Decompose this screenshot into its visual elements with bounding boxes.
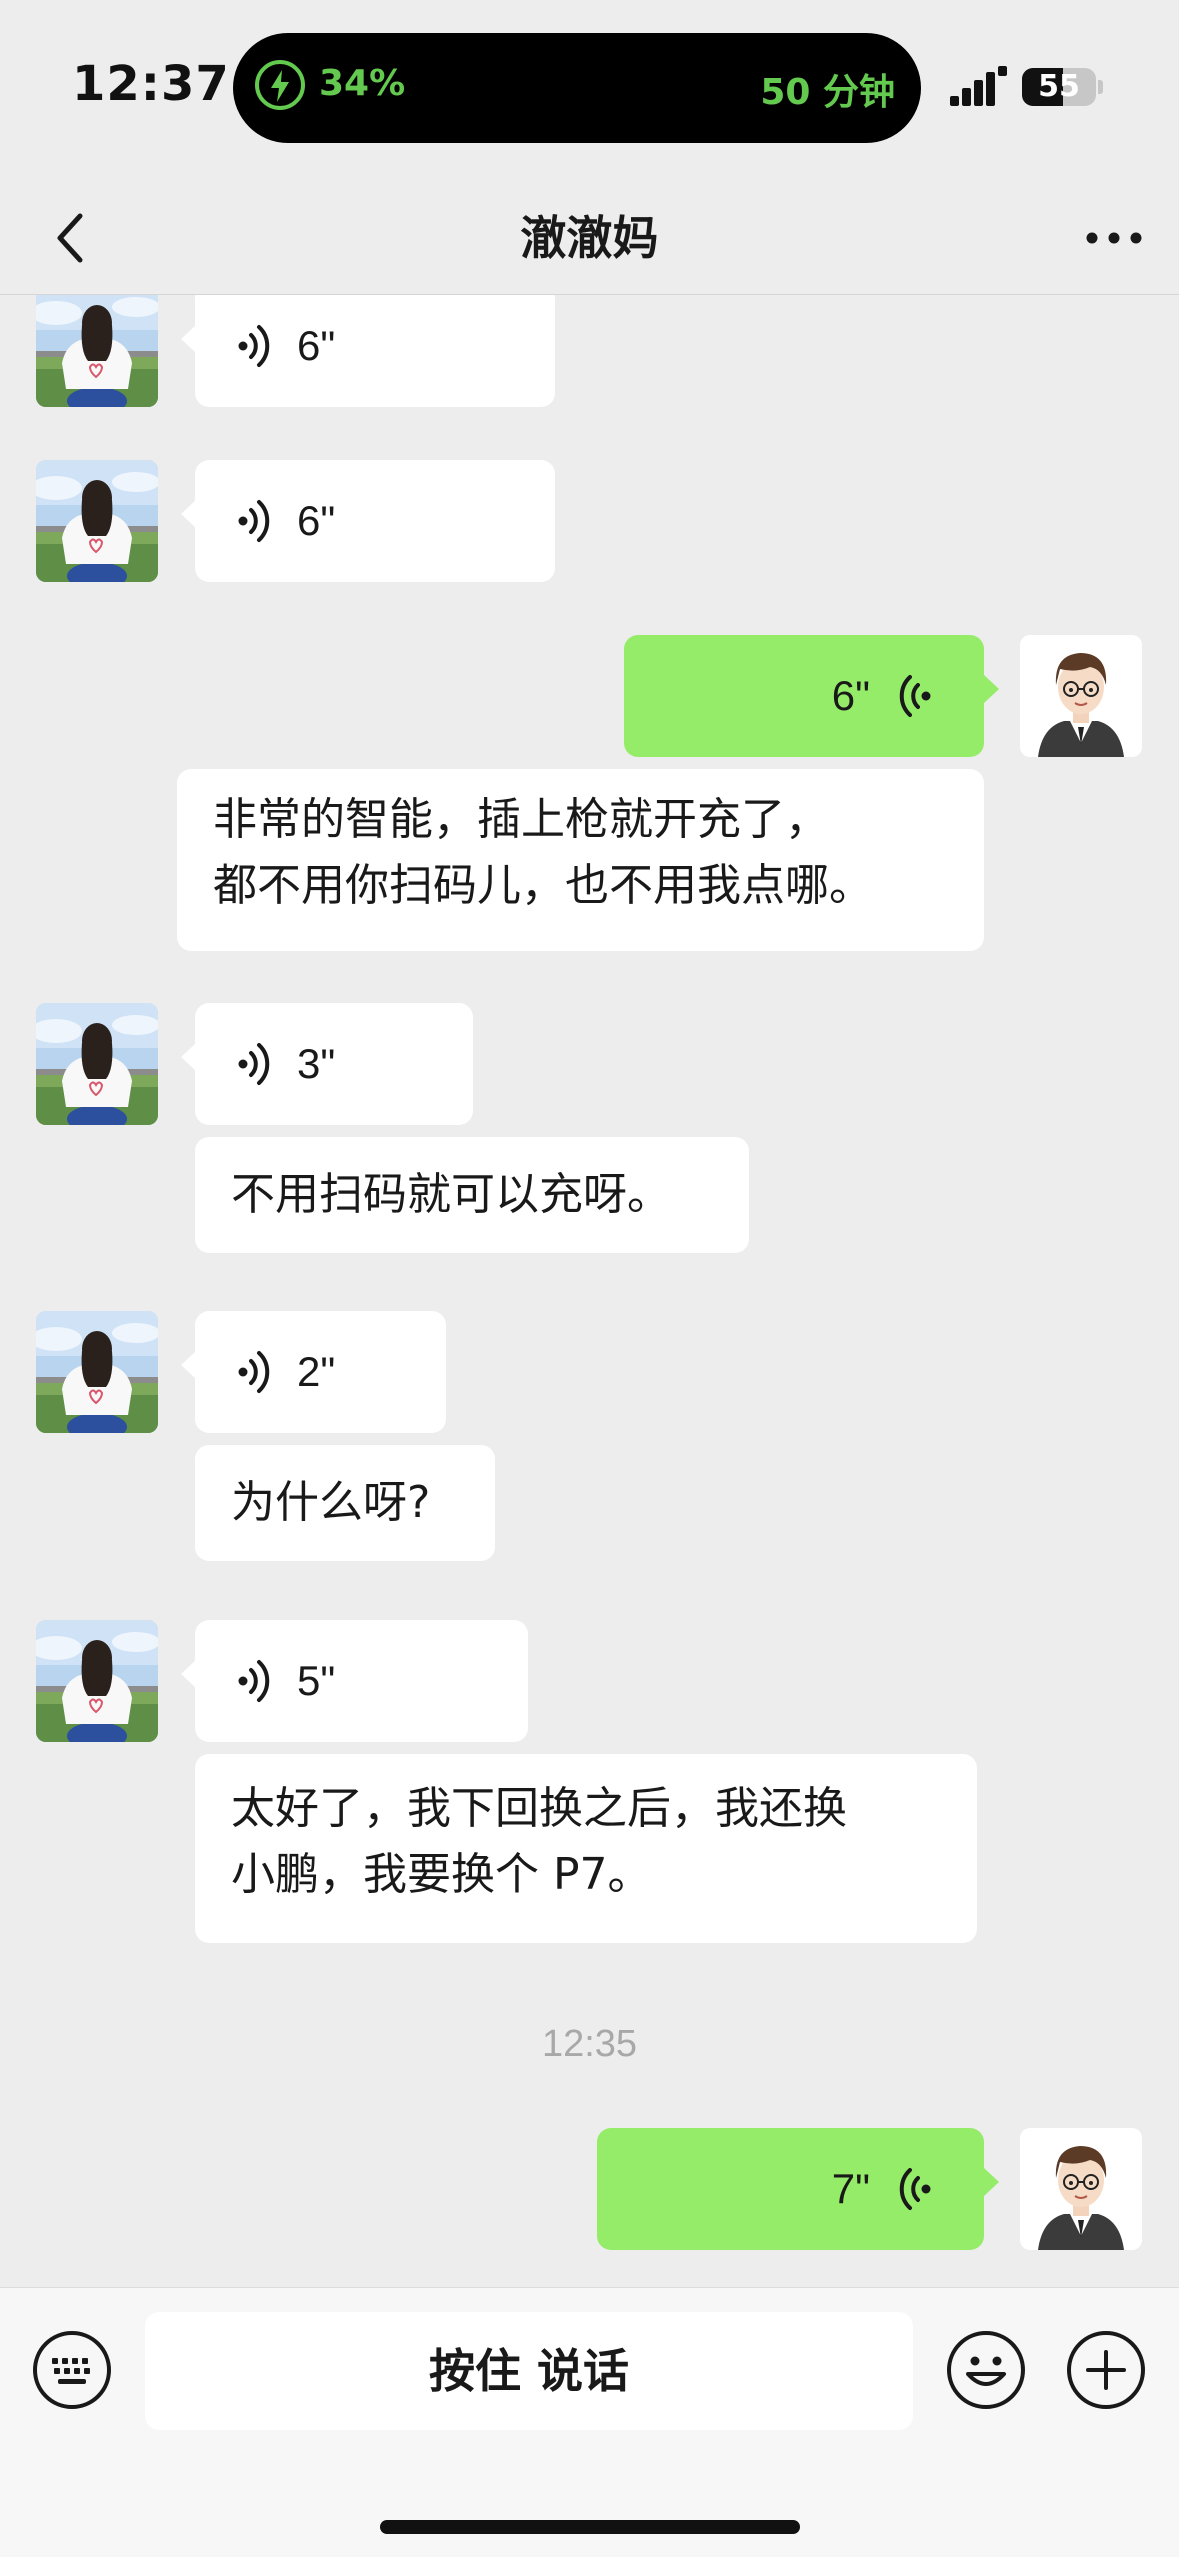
battery-level-number: 55 xyxy=(1038,69,1080,104)
contact-avatar[interactable] xyxy=(36,460,158,582)
transcript-line: 为什么呀? xyxy=(231,1477,431,1528)
ellipsis-icon xyxy=(1086,232,1142,244)
hold-to-talk-button[interactable]: 按住 说话 xyxy=(145,2312,913,2430)
voice-wave-icon xyxy=(235,1039,275,1089)
voice-message-bubble[interactable]: 3" xyxy=(181,1003,473,1125)
keyboard-icon xyxy=(33,2331,111,2409)
voice-duration: 3" xyxy=(297,1040,336,1087)
chat-title: 澈澈妈 xyxy=(520,211,659,265)
voice-duration: 5" xyxy=(297,1657,336,1704)
my-voice-message-bubble[interactable]: 6" xyxy=(624,635,999,757)
keyboard-toggle-button[interactable] xyxy=(30,2328,114,2412)
home-indicator[interactable] xyxy=(380,2520,800,2534)
voice-wave-icon xyxy=(235,496,275,546)
message-list[interactable]: 6" 6" 6" 非常的智能，插上枪就开充了， 都不用你扫码儿，也不用我点哪。 xyxy=(0,295,1179,2287)
voice-duration: 6" xyxy=(831,672,870,719)
transcript-line: 都不用你扫码儿，也不用我点哪。 xyxy=(213,860,873,911)
my-avatar[interactable] xyxy=(1020,2128,1142,2250)
voice-duration: 2" xyxy=(297,1348,336,1395)
voice-wave-icon xyxy=(235,1347,275,1397)
voice-transcript-bubble[interactable]: 非常的智能，插上枪就开充了， 都不用你扫码儿，也不用我点哪。 xyxy=(177,769,984,951)
contact-avatar[interactable] xyxy=(36,1003,158,1125)
voice-message-bubble[interactable]: 2" xyxy=(181,1311,446,1433)
battery-tip xyxy=(1098,80,1103,94)
signal-strength-icon xyxy=(950,66,1008,106)
voice-wave-icon xyxy=(235,1656,275,1706)
chat-header: 澈澈妈 xyxy=(0,180,1179,295)
more-button[interactable] xyxy=(1079,208,1149,268)
battery-icon: 55 xyxy=(1022,68,1096,106)
my-voice-message-bubble[interactable]: 7" xyxy=(597,2128,999,2250)
voice-message-bubble[interactable]: 6" xyxy=(181,295,555,407)
more-functions-button[interactable] xyxy=(1064,2328,1148,2412)
contact-avatar[interactable] xyxy=(36,1620,158,1742)
charging-bolt-icon xyxy=(255,60,305,110)
voice-duration: 7" xyxy=(831,2165,870,2212)
my-avatar[interactable] xyxy=(1020,635,1142,757)
dynamic-island: 34% 50 分钟 xyxy=(233,33,921,143)
voice-duration: 6" xyxy=(297,497,336,544)
voice-wave-icon xyxy=(894,2164,934,2214)
input-bar: 按住 说话 xyxy=(0,2287,1179,2557)
transcript-line: 非常的智能，插上枪就开充了， xyxy=(213,794,829,845)
voice-wave-icon xyxy=(894,671,934,721)
message-timestamp: 12:35 xyxy=(541,2023,638,2065)
charge-time-remaining: 50 分钟 xyxy=(760,72,895,113)
voice-transcript-bubble[interactable]: 为什么呀? xyxy=(195,1445,495,1561)
plus-icon xyxy=(1067,2331,1145,2409)
voice-message-bubble[interactable]: 6" xyxy=(181,460,555,582)
voice-transcript-bubble[interactable]: 不用扫码就可以充呀。 xyxy=(195,1137,749,1253)
transcript-line: 太好了，我下回换之后，我还换 xyxy=(231,1783,847,1834)
emoji-icon xyxy=(947,2331,1025,2409)
emoji-button[interactable] xyxy=(944,2328,1028,2412)
voice-duration: 6" xyxy=(297,322,336,369)
status-time: 12:37 xyxy=(72,56,230,112)
voice-transcript-bubble[interactable]: 太好了，我下回换之后，我还换 小鹏，我要换个 P7。 xyxy=(195,1754,977,1943)
transcript-line: 小鹏，我要换个 P7。 xyxy=(231,1849,652,1900)
contact-avatar[interactable] xyxy=(36,295,158,407)
transcript-line: 不用扫码就可以充呀。 xyxy=(231,1169,671,1220)
voice-message-bubble[interactable]: 5" xyxy=(181,1620,528,1742)
battery-percent: 34% xyxy=(319,63,406,104)
status-bar: 12:37 34% 50 分钟 55 xyxy=(0,0,1179,180)
contact-avatar[interactable] xyxy=(36,1311,158,1433)
voice-wave-icon xyxy=(235,321,275,371)
